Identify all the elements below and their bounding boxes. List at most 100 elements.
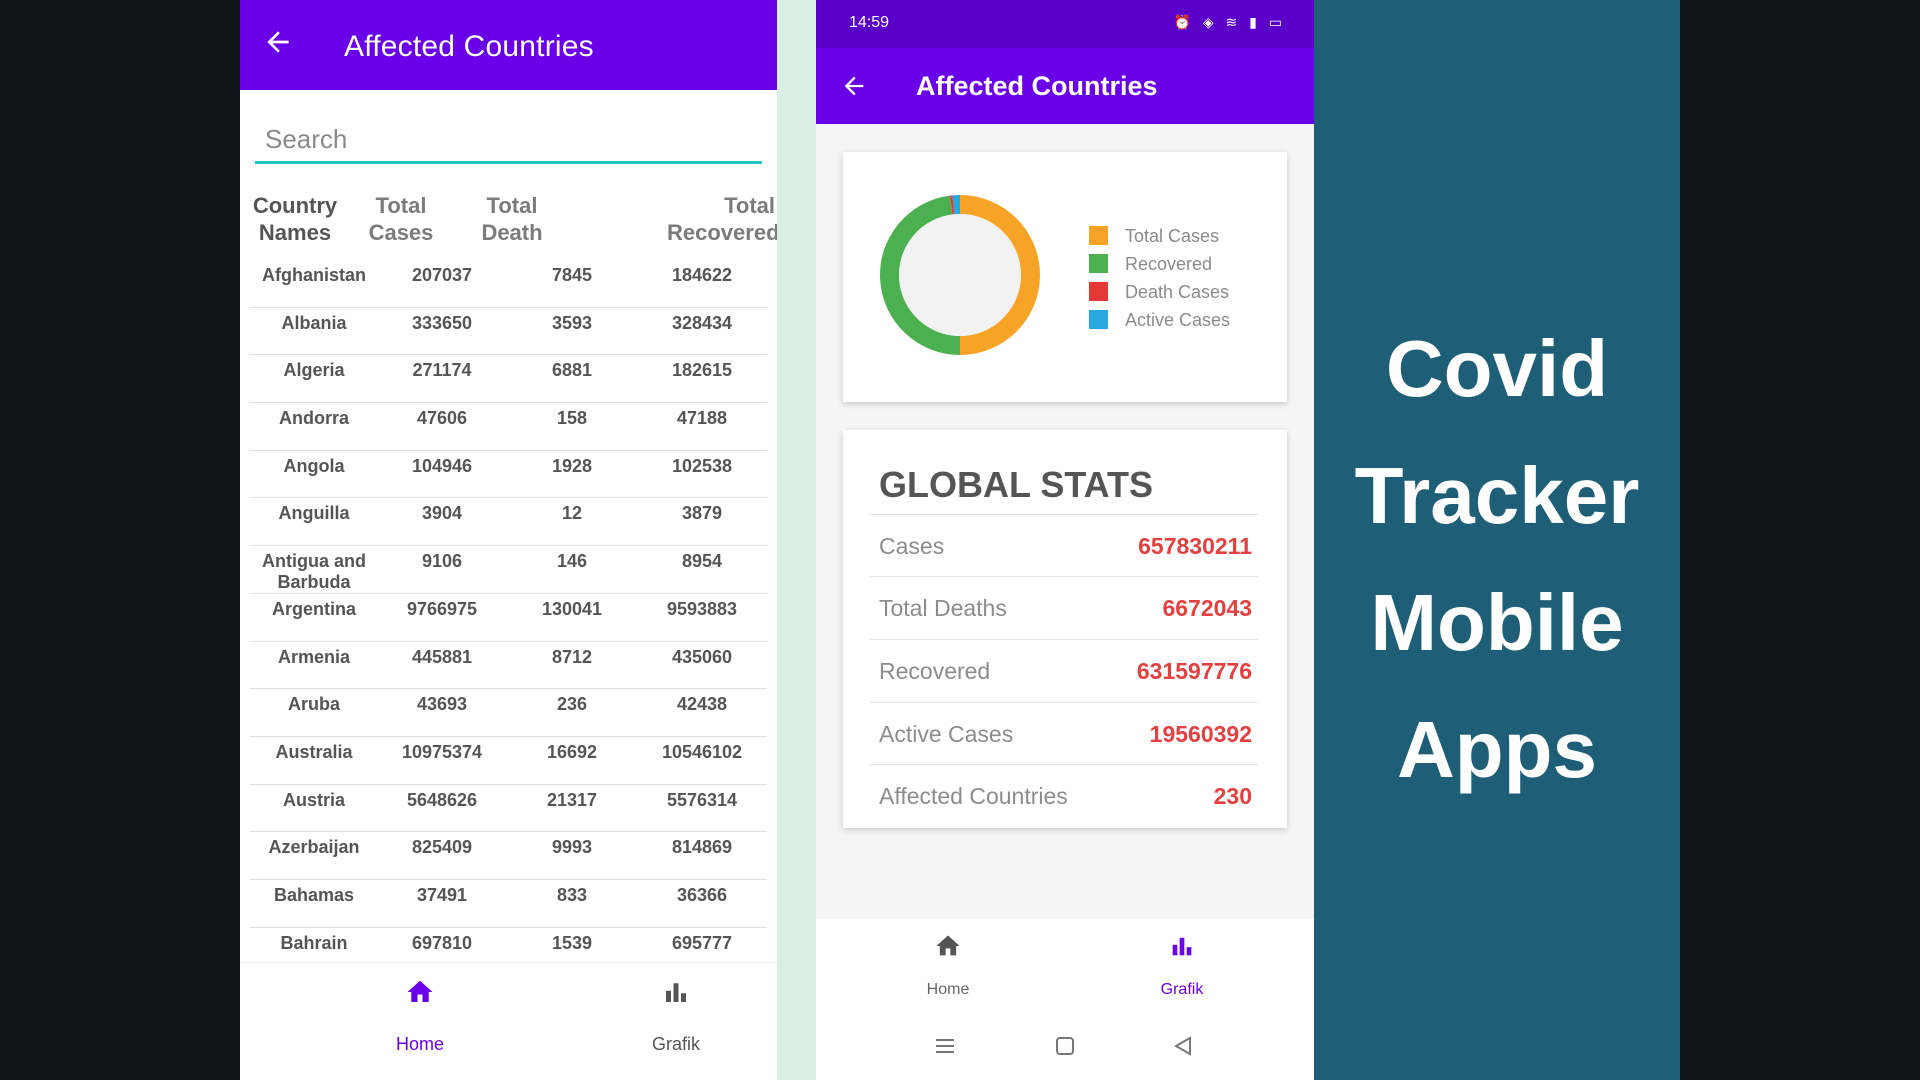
nav-home[interactable]: Home [320, 977, 520, 1055]
home-button-icon[interactable] [1054, 1035, 1076, 1057]
total-cases-cell: 825409 [411, 837, 473, 858]
total-recovered-cell: 435060 [671, 646, 733, 667]
table-row[interactable]: Bahamas 37491 833 36366 [250, 880, 767, 928]
promo-line: Covid [1385, 324, 1609, 413]
stat-row: Active Cases 19560392 [869, 702, 1258, 764]
donut-chart [879, 195, 1040, 355]
promo-line: Mobile [1370, 578, 1624, 667]
total-recovered-cell: 42438 [676, 694, 728, 715]
table-row[interactable]: Algeria 271174 6881 182615 [250, 355, 767, 404]
home-icon [936, 935, 960, 956]
total-death-cell: 1539 [551, 932, 593, 953]
table-row[interactable]: Aruba 43693 236 42438 [250, 689, 767, 737]
table-row[interactable]: Andorra 47606 158 47188 [250, 403, 767, 451]
nav-home[interactable]: Home [868, 932, 1028, 999]
back-button-icon[interactable] [1172, 1035, 1194, 1057]
total-recovered-cell: 8954 [681, 551, 723, 572]
total-cases-cell: 43693 [416, 694, 468, 715]
total-cases-cell: 104946 [411, 455, 473, 476]
nav-grafik[interactable]: Grafik [1102, 932, 1262, 999]
legend-label: Total Cases [1125, 226, 1220, 246]
app-bar: Affected Countries [816, 48, 1314, 124]
table-row[interactable]: Afghanistan 207037 7845 184622 [250, 260, 767, 308]
country-name-cell: Australia [275, 741, 353, 762]
country-name-cell: Aruba [287, 694, 340, 715]
total-death-cell: 9993 [551, 837, 593, 858]
country-table[interactable]: Afghanistan 207037 7845 184622 Albania 333650… [250, 260, 767, 962]
page-title: Affected Countries [916, 71, 1158, 101]
country-name-cell: Anguilla [278, 503, 350, 524]
promo-line: Tracker [1354, 451, 1640, 540]
total-cases-cell: 47606 [416, 408, 468, 429]
total-recovered-cell: 695777 [671, 932, 733, 953]
app-bar: Affected Countries [240, 0, 777, 90]
stat-row: Cases 657830211 [869, 514, 1258, 576]
country-name-cell: Algeria [283, 360, 345, 381]
table-row[interactable]: Albania 333650 3593 328434 [250, 308, 767, 356]
nav-home-label: Home [926, 981, 970, 998]
promo-panel: Covid Tracker Mobile Apps [1314, 0, 1680, 1080]
total-death-cell: 158 [556, 408, 588, 429]
home-icon [407, 980, 433, 1002]
total-cases-cell: 37491 [416, 884, 468, 905]
recent-apps-icon[interactable] [934, 1035, 956, 1057]
back-arrow-icon[interactable] [262, 26, 294, 58]
total-recovered-cell: 184622 [671, 265, 733, 285]
total-death-cell: 12 [561, 503, 583, 524]
total-cases-cell: 9766975 [406, 598, 478, 619]
total-death-cell: 236 [556, 694, 588, 715]
total-cases-cell: 207037 [411, 265, 473, 285]
table-row[interactable]: Armenia 445881 8712 435060 [250, 642, 767, 690]
bar-chart-icon [666, 983, 686, 1002]
legend-swatch [1089, 226, 1108, 245]
legend-swatch [1089, 282, 1108, 301]
country-name-cell: Albania [281, 312, 347, 333]
legend-swatch [1089, 254, 1108, 273]
country-name-cell: Antigua and Barbuda [262, 551, 366, 593]
total-cases-cell: 697810 [411, 932, 473, 953]
divider-strip [777, 0, 816, 1080]
column-header-total-cases: Total Cases [368, 193, 434, 245]
nav-grafik[interactable]: Grafik [576, 977, 776, 1055]
search-field [255, 118, 762, 164]
total-death-cell: 16692 [546, 741, 598, 762]
total-cases-cell: 10975374 [401, 741, 483, 762]
total-death-cell: 833 [556, 884, 588, 905]
search-input[interactable] [255, 118, 762, 161]
country-name-cell: Bahamas [273, 884, 355, 905]
country-name-cell: Afghanistan [261, 265, 366, 285]
country-name-cell: Austria [282, 789, 345, 810]
bottom-navigation: Home Grafik [240, 962, 777, 1080]
table-row[interactable]: Bahrain 697810 1539 695777 [250, 928, 767, 962]
stat-label: Affected Countries [879, 783, 1068, 809]
status-bar: 14:59 ⏰ ◈ ≋ ▮ ▭ [816, 0, 1314, 48]
total-cases-cell: 445881 [411, 646, 473, 667]
bottom-navigation: Home Grafik [816, 917, 1314, 1015]
table-row[interactable]: Argentina 9766975 130041 9593883 [250, 594, 767, 642]
table-row[interactable]: Angola 104946 1928 102538 [250, 451, 767, 499]
table-row[interactable]: Australia 10975374 16692 10546102 [250, 737, 767, 785]
nav-home-label: Home [395, 1034, 444, 1054]
table-row[interactable]: Anguilla 3904 12 3879 [250, 498, 767, 547]
table-row[interactable]: Austria 5648626 21317 5576314 [250, 785, 767, 833]
table-row[interactable]: Antigua and Barbuda 9106 146 8954 [250, 546, 767, 594]
page-title: Affected Countries [344, 30, 594, 63]
total-cases-cell: 271174 [412, 360, 472, 381]
back-arrow-icon[interactable] [840, 72, 868, 100]
right-phone-screen: 14:59 ⏰ ◈ ≋ ▮ ▭ Affected Countries Total… [816, 0, 1314, 1080]
nav-grafik-label: Grafik [1160, 981, 1204, 998]
total-recovered-cell: 102538 [671, 455, 733, 476]
total-recovered-cell: 36366 [676, 884, 728, 905]
total-recovered-cell: 328434 [671, 312, 733, 333]
legend-label: Death Cases [1125, 282, 1230, 302]
table-row[interactable]: Azerbaijan 825409 9993 814869 [250, 832, 767, 880]
total-cases-cell: 9106 [421, 551, 463, 572]
legend-label: Recovered [1125, 254, 1213, 274]
global-stats-card: GLOBAL STATS Cases 657830211 Total Deaths 6… [843, 430, 1287, 828]
column-header-total-death: Total Death [481, 193, 543, 245]
total-recovered-cell: 5576314 [666, 789, 738, 810]
stat-value: 631597776 [1136, 658, 1252, 684]
country-name-cell: Andorra [278, 408, 349, 429]
total-death-cell: 7845 [551, 265, 593, 285]
country-name-cell: Bahrain [280, 932, 348, 953]
